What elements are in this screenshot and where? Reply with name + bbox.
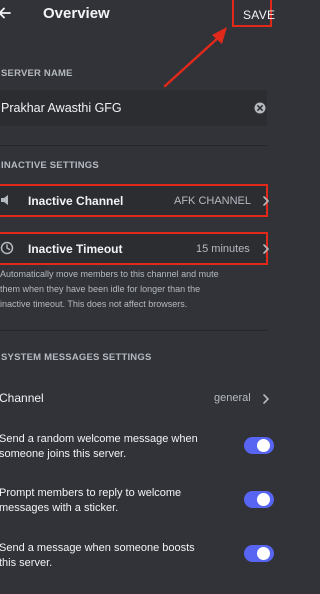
system-channel-row[interactable]: Channel general	[0, 384, 270, 412]
clock-icon	[0, 241, 14, 255]
inactive-channel-row[interactable]: Inactive Channel AFK CHANNEL	[0, 184, 270, 217]
page-title: Overview	[43, 5, 110, 22]
system-messages-section-label: SYSTEM MESSAGES SETTINGS	[1, 352, 152, 363]
toggle-label-line: someone joins this server.	[0, 448, 127, 460]
toggle-label-line: Send a random welcome message when	[0, 433, 198, 445]
helper-line: inactive timeout. This does not affect b…	[0, 299, 188, 309]
chevron-right-icon	[263, 394, 270, 404]
inactive-settings-section-label: INACTIVE SETTINGS	[1, 160, 99, 171]
inactive-channel-value: AFK CHANNEL	[174, 195, 252, 207]
boost-message-toggle[interactable]	[244, 545, 274, 562]
inactive-timeout-label: Inactive Timeout	[28, 242, 123, 256]
toggle-label-line: messages with a sticker.	[0, 502, 119, 514]
save-button-label: SAVE	[243, 8, 276, 22]
toggle-label-line: Prompt members to reply to welcome	[0, 487, 182, 499]
clear-icon[interactable]	[254, 102, 266, 114]
inactive-timeout-row[interactable]: Inactive Timeout 15 minutes	[0, 232, 270, 265]
toggle-knob	[257, 547, 270, 560]
chevron-right-icon	[263, 244, 270, 254]
server-name-section-label: SERVER NAME	[1, 68, 73, 79]
sticker-reply-toggle-label: Prompt members to reply to welcome messa…	[0, 486, 219, 516]
toggle-label-line: Send a message when someone boosts	[0, 542, 195, 554]
toggle-knob	[257, 439, 270, 452]
system-channel-value: general	[214, 392, 251, 404]
header-bar: Overview SAVE	[0, 0, 275, 30]
sticker-reply-toggle[interactable]	[244, 491, 274, 508]
inactive-timeout-value: 15 minutes	[196, 243, 250, 255]
chevron-right-icon	[263, 196, 270, 206]
server-name-input-value[interactable]: Prakhar Awasthi GFG	[1, 101, 122, 115]
toggle-knob	[257, 493, 270, 506]
helper-line: them when they have been idle for longer…	[0, 284, 201, 294]
welcome-message-toggle[interactable]	[244, 437, 274, 454]
divider	[0, 330, 267, 331]
back-arrow-icon[interactable]	[0, 5, 14, 21]
inactive-helper-text: Automatically move members to this chann…	[0, 267, 240, 312]
boost-message-toggle-label: Send a message when someone boosts this …	[0, 541, 219, 571]
toggle-label-line: this server.	[0, 557, 53, 569]
helper-line: Automatically move members to this chann…	[0, 269, 219, 279]
divider	[0, 145, 267, 146]
welcome-message-toggle-label: Send a random welcome message when someo…	[0, 432, 219, 462]
server-name-field[interactable]: Prakhar Awasthi GFG	[0, 90, 267, 126]
save-button[interactable]: SAVE	[232, 0, 276, 27]
system-channel-label: Channel	[0, 391, 44, 405]
inactive-channel-label: Inactive Channel	[28, 194, 124, 208]
volume-icon	[1, 195, 8, 205]
